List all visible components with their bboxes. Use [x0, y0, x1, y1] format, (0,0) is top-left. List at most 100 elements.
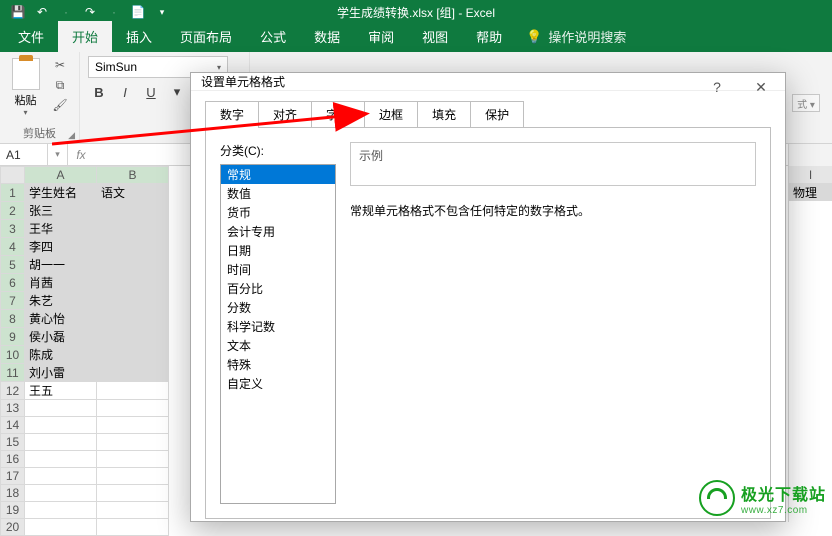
- dialog-tab-protect[interactable]: 保护: [470, 101, 524, 128]
- row-header[interactable]: 8: [1, 310, 25, 328]
- category-list[interactable]: 常规数值货币会计专用日期时间百分比分数科学记数文本特殊自定义: [220, 164, 336, 504]
- category-item[interactable]: 特殊: [221, 355, 335, 374]
- underline-button[interactable]: U: [140, 82, 162, 102]
- dialog-tab-fill[interactable]: 填充: [417, 101, 471, 128]
- row-header[interactable]: 12: [1, 382, 25, 400]
- doc-icon[interactable]: 📄: [128, 2, 148, 22]
- cell[interactable]: 黄心怡: [25, 310, 97, 328]
- copy-icon[interactable]: ⧉: [49, 76, 71, 94]
- col-header-B[interactable]: B: [97, 167, 169, 184]
- help-button[interactable]: ?: [699, 73, 735, 101]
- cell[interactable]: [97, 382, 169, 400]
- cell[interactable]: [25, 468, 97, 485]
- row-header[interactable]: 9: [1, 328, 25, 346]
- cell[interactable]: [97, 451, 169, 468]
- category-item[interactable]: 数值: [221, 184, 335, 203]
- cell-I1[interactable]: 物理: [789, 184, 832, 201]
- cell[interactable]: 朱艺: [25, 292, 97, 310]
- cell[interactable]: [97, 328, 169, 346]
- undo-icon[interactable]: ↶: [32, 2, 52, 22]
- row-header[interactable]: 16: [1, 451, 25, 468]
- tab-review[interactable]: 审阅: [354, 21, 408, 52]
- row-header[interactable]: 10: [1, 346, 25, 364]
- cell[interactable]: 张三: [25, 202, 97, 220]
- tab-insert[interactable]: 插入: [112, 21, 166, 52]
- cell[interactable]: 刘小雷: [25, 364, 97, 382]
- dialog-tab-number[interactable]: 数字: [205, 101, 259, 128]
- redo-icon[interactable]: ↷: [80, 2, 100, 22]
- category-item[interactable]: 日期: [221, 241, 335, 260]
- row-header[interactable]: 7: [1, 292, 25, 310]
- row-header[interactable]: 2: [1, 202, 25, 220]
- format-painter-icon[interactable]: 🖌: [49, 96, 71, 114]
- cell[interactable]: [25, 519, 97, 536]
- row-header[interactable]: 11: [1, 364, 25, 382]
- row-header[interactable]: 1: [1, 184, 25, 202]
- category-item[interactable]: 文本: [221, 336, 335, 355]
- cell[interactable]: [97, 434, 169, 451]
- select-all-corner[interactable]: [1, 167, 25, 184]
- cell[interactable]: [97, 274, 169, 292]
- styles-dropdown[interactable]: 式 ▾: [792, 94, 820, 112]
- tab-layout[interactable]: 页面布局: [166, 21, 246, 52]
- cell[interactable]: [97, 220, 169, 238]
- row-header[interactable]: 17: [1, 468, 25, 485]
- category-item[interactable]: 分数: [221, 298, 335, 317]
- col-header-A[interactable]: A: [25, 167, 97, 184]
- cell[interactable]: 王华: [25, 220, 97, 238]
- category-item[interactable]: 百分比: [221, 279, 335, 298]
- qat-customize-icon[interactable]: ▾: [152, 2, 172, 22]
- row-header[interactable]: 15: [1, 434, 25, 451]
- paste-button[interactable]: 粘贴 ▾: [8, 56, 43, 117]
- row-header[interactable]: 6: [1, 274, 25, 292]
- category-item[interactable]: 自定义: [221, 374, 335, 393]
- category-item[interactable]: 货币: [221, 203, 335, 222]
- cell[interactable]: 学生姓名: [25, 184, 97, 202]
- row-header[interactable]: 14: [1, 417, 25, 434]
- tab-view[interactable]: 视图: [408, 21, 462, 52]
- tell-me[interactable]: 💡 操作说明搜索: [516, 21, 636, 52]
- row-header[interactable]: 4: [1, 238, 25, 256]
- cell[interactable]: 王五: [25, 382, 97, 400]
- row-header[interactable]: 19: [1, 502, 25, 519]
- row-header[interactable]: 3: [1, 220, 25, 238]
- name-box-dropdown-icon[interactable]: ▾: [48, 144, 68, 165]
- cell[interactable]: [97, 310, 169, 328]
- cell[interactable]: 语文: [97, 184, 169, 202]
- cell[interactable]: [25, 417, 97, 434]
- row-header[interactable]: 5: [1, 256, 25, 274]
- cell[interactable]: [25, 502, 97, 519]
- cell[interactable]: 陈成: [25, 346, 97, 364]
- cell[interactable]: [97, 468, 169, 485]
- cell[interactable]: 李四: [25, 238, 97, 256]
- cell[interactable]: [25, 485, 97, 502]
- tab-formulas[interactable]: 公式: [246, 21, 300, 52]
- cell[interactable]: [97, 256, 169, 274]
- tab-file[interactable]: 文件: [4, 21, 58, 52]
- category-item[interactable]: 常规: [221, 165, 335, 184]
- fx-icon[interactable]: fx: [68, 144, 94, 165]
- cell[interactable]: [97, 346, 169, 364]
- cell[interactable]: [97, 502, 169, 519]
- tab-home[interactable]: 开始: [58, 21, 112, 52]
- paste-dropdown-icon[interactable]: ▾: [8, 108, 43, 117]
- row-header[interactable]: 13: [1, 400, 25, 417]
- cell[interactable]: [97, 364, 169, 382]
- col-header-I[interactable]: I: [789, 166, 832, 184]
- clipboard-launcher-icon[interactable]: ◢: [68, 130, 75, 141]
- dialog-tab-align[interactable]: 对齐: [258, 101, 312, 128]
- cell[interactable]: [97, 238, 169, 256]
- cell[interactable]: [97, 292, 169, 310]
- cell[interactable]: [97, 417, 169, 434]
- tab-data[interactable]: 数据: [300, 21, 354, 52]
- cell[interactable]: 肖茜: [25, 274, 97, 292]
- name-box[interactable]: [0, 144, 48, 165]
- category-item[interactable]: 科学记数: [221, 317, 335, 336]
- cut-icon[interactable]: ✂: [49, 56, 71, 74]
- cell[interactable]: 胡一一: [25, 256, 97, 274]
- save-icon[interactable]: 💾: [8, 2, 28, 22]
- row-header[interactable]: 20: [1, 519, 25, 536]
- dialog-tab-font[interactable]: 字体: [311, 101, 365, 128]
- cell[interactable]: [97, 485, 169, 502]
- bold-button[interactable]: B: [88, 82, 110, 102]
